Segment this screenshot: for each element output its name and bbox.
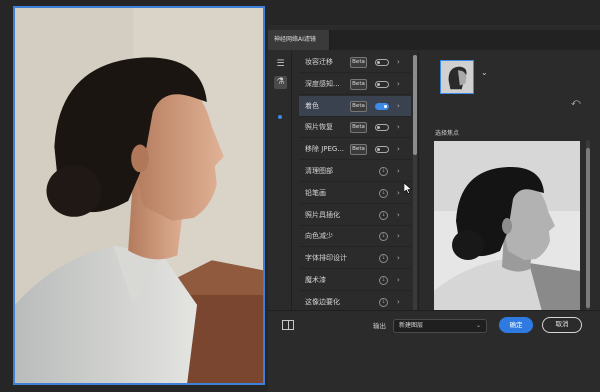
output-select[interactable]: 新建图层 ⌄ [393,319,487,333]
filter-list: 妆容迁移 Beta › 深度感知... Beta › 着色 Beta › 照片恢复 Beta › 移除 … [299,52,411,314]
compare-icon[interactable] [282,320,294,330]
reference-thumbnail[interactable] [440,60,474,94]
download-icon[interactable]: ↓ [379,188,388,198]
filter-item[interactable]: 妆容迁移 Beta › [299,52,411,73]
filter-label: 移除 JPEG... [305,145,345,154]
beta-badge: Beta [350,57,367,68]
mouse-cursor-icon [404,183,412,194]
download-icon[interactable]: ↓ [379,167,388,176]
chevron-right-icon[interactable]: › [397,161,400,182]
panel-tabbar: 神经网络AI滤镜 [268,30,600,50]
chevron-right-icon[interactable]: › [397,117,400,138]
preview-pane: ⌄ ⤺ 选择焦点 [418,52,600,322]
filter-toggle[interactable] [375,102,389,110]
filter-label: 字体排印设计 [305,254,347,263]
chevron-right-icon[interactable]: › [397,96,400,117]
chevron-right-icon[interactable]: › [397,52,400,73]
reset-icon[interactable]: ⤺ [571,98,581,108]
thumbnail-portrait [441,61,473,93]
chevron-down-icon[interactable]: ⌄ [481,68,488,77]
scrollbar-thumb[interactable] [413,55,417,155]
sliders-icon[interactable]: ☰ [274,58,287,71]
filter-label: 向色减少 [305,232,333,241]
chevron-right-icon[interactable]: › [397,183,400,204]
panel-toolstrip: ☰ ⚗ [268,52,292,322]
filter-item[interactable]: 深度感知... Beta › [299,74,411,95]
filter-label: 妆容迁移 [305,58,333,66]
download-icon[interactable]: ↓ [379,297,388,307]
download-icon[interactable]: ↓ [379,232,388,242]
portrait-photo [15,8,263,383]
download-icon[interactable]: ↓ [379,254,388,264]
filter-toggle[interactable] [375,59,389,66]
chevron-right-icon[interactable]: › [397,74,400,95]
beta-badge: Beta [350,78,367,90]
chevron-right-icon[interactable]: › [397,226,400,247]
filter-list-scrollbar[interactable] [413,55,417,311]
filter-label: 照片恢复 [305,123,333,132]
cancel-button[interactable]: 取消 [542,317,582,333]
filter-label: 深度感知... [305,79,340,88]
neural-filters-panel: 神经网络AI滤镜 ☰ ⚗ 妆容迁移 Beta › 深度感知... Beta › 着色 Beta… [268,25,600,392]
output-select-value: 新建图层 [399,322,424,329]
chevron-right-icon[interactable]: › [397,205,400,226]
chevron-right-icon[interactable]: › [397,270,400,291]
chevron-down-icon: ⌄ [475,322,481,329]
filter-toggle[interactable] [375,80,389,88]
filter-label: 魔术漆 [305,276,326,284]
filter-label: 铅笔画 [305,188,326,197]
beta-badge: Beta [350,122,367,134]
chevron-right-icon[interactable]: › [397,248,400,269]
chevron-right-icon[interactable]: › [397,139,400,160]
preview-scrollbar[interactable] [586,140,590,318]
filter-item[interactable]: 着色 Beta › [299,95,411,117]
beta-badge: Beta [350,144,367,156]
preview-portrait [434,141,580,319]
filter-item[interactable]: 照片具插化 ↓ › [299,205,411,226]
filter-item[interactable]: 照片恢复 Beta › [299,117,411,139]
filter-label: 清理图部 [305,167,333,175]
preview-image[interactable] [434,141,580,319]
panel-footer: 输出 新建图层 ⌄ 确定 取消 [268,310,600,340]
status-dot [278,115,282,119]
preview-scrollbar-thumb[interactable] [586,148,590,308]
filter-label: 照片具插化 [305,210,340,219]
download-icon[interactable]: ↓ [379,276,388,285]
photoshop-workspace: 神经网络AI滤镜 ☰ ⚗ 妆容迁移 Beta › 深度感知... Beta › 着色 Beta… [0,0,600,392]
ok-button[interactable]: 确定 [499,317,533,333]
flask-icon[interactable]: ⚗ [274,76,287,89]
download-icon[interactable]: ↓ [379,210,388,220]
filter-toggle[interactable] [375,124,389,132]
filter-item[interactable]: 字体排印设计 ↓ › [299,248,411,270]
filter-item[interactable]: 魔术漆 ↓ › [299,270,411,291]
filter-label: 着色 [305,101,319,110]
beta-badge: Beta [350,100,367,112]
document-canvas[interactable] [13,6,265,385]
filter-item[interactable]: 向色减少 ↓ › [299,226,411,248]
output-label: 输出 [373,322,386,330]
filter-item[interactable]: 铅笔画 ↓ › [299,183,411,204]
tab-neural-filters[interactable]: 神经网络AI滤镜 [268,30,330,50]
filter-item[interactable]: 移除 JPEG... Beta › [299,139,411,161]
filter-toggle[interactable] [375,146,389,154]
filter-item[interactable]: 清理图部 ↓ › [299,161,411,182]
preview-label: 选择焦点 [435,130,460,137]
